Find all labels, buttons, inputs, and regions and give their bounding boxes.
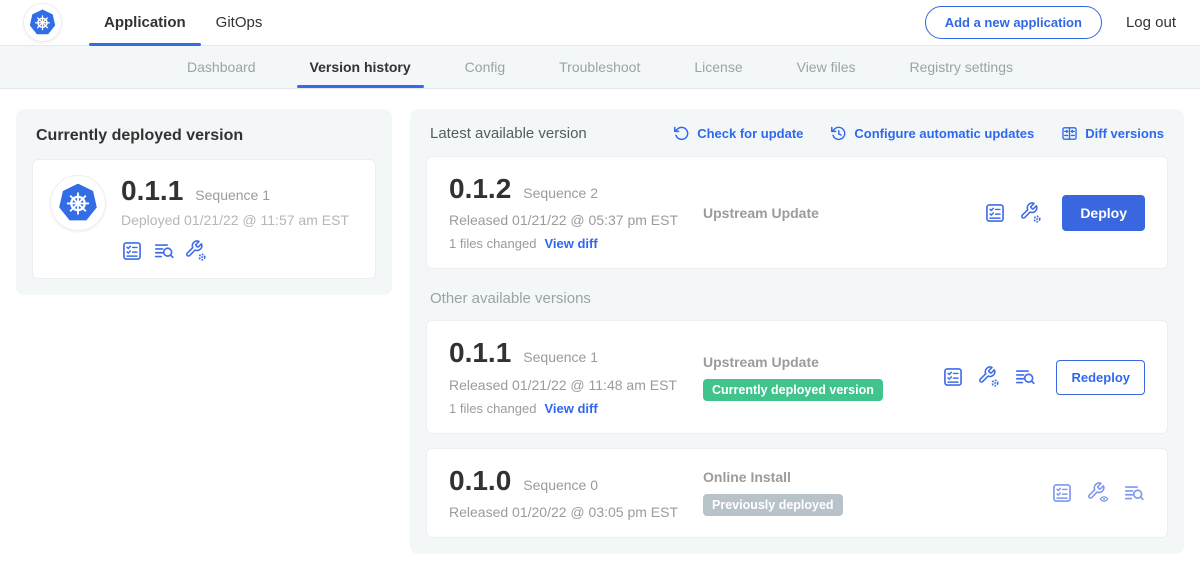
tab-license-label: License (694, 59, 742, 75)
tab-troubleshoot[interactable]: Troubleshoot (532, 46, 667, 88)
tab-config[interactable]: Config (438, 46, 532, 88)
tab-version-history-label: Version history (310, 59, 411, 75)
preflight-checklist-icon[interactable] (942, 366, 964, 388)
preflight-checklist-icon[interactable] (984, 202, 1006, 224)
currently-deployed-badge: Currently deployed version (703, 379, 883, 401)
tab-view-files-label: View files (797, 59, 856, 75)
tab-view-files[interactable]: View files (770, 46, 883, 88)
check-for-update-label: Check for update (697, 126, 803, 141)
tab-registry-settings-label: Registry settings (910, 59, 1013, 75)
currently-deployed-panel: Currently deployed version 0.1.1 Sequenc… (16, 109, 392, 295)
app-sub-nav: Dashboard Version history Config Trouble… (0, 46, 1200, 89)
version-info: 0.1.1 Sequence 1 Released 01/21/22 @ 11:… (449, 338, 701, 415)
view-logs-icon[interactable] (1014, 366, 1036, 388)
source-label: Online Install (703, 469, 1051, 485)
configure-automatic-updates-label: Configure automatic updates (854, 126, 1034, 141)
app-logo (51, 176, 105, 230)
tab-registry-settings[interactable]: Registry settings (883, 46, 1040, 88)
currently-deployed-title: Currently deployed version (36, 127, 374, 145)
version-sequence: Sequence 2 (523, 185, 598, 201)
version-history-panel: Latest available version Check for updat… (410, 109, 1184, 554)
tab-version-history[interactable]: Version history (283, 46, 438, 88)
app-logo-icon (55, 180, 101, 226)
kubernetes-logo-icon (27, 7, 58, 38)
files-changed-row: 1 files changed View diff (449, 236, 701, 251)
edit-config-icon[interactable] (978, 366, 1000, 388)
version-sequence: Sequence 0 (523, 477, 598, 493)
deployed-actions (121, 240, 349, 262)
view-config-icon[interactable] (1087, 482, 1109, 504)
released-timestamp: Released 01/21/22 @ 05:37 pm EST (449, 212, 701, 228)
tab-gitops-label: GitOps (216, 14, 263, 31)
version-number: 0.1.0 (449, 466, 511, 495)
tab-dashboard[interactable]: Dashboard (160, 46, 283, 88)
version-card-actions (1051, 482, 1145, 504)
tab-application[interactable]: Application (89, 0, 201, 45)
refresh-icon (673, 125, 690, 142)
version-source: Upstream Update Currently deployed versi… (701, 354, 942, 401)
tab-gitops[interactable]: GitOps (201, 0, 278, 45)
version-card-actions: Deploy (984, 195, 1145, 231)
deployed-sequence: Sequence 1 (195, 187, 270, 203)
files-changed-label: 1 files changed (449, 401, 536, 416)
version-card-011: 0.1.1 Sequence 1 Released 01/21/22 @ 11:… (426, 320, 1168, 433)
source-label: Upstream Update (703, 354, 942, 370)
version-number: 0.1.1 (449, 338, 511, 367)
released-timestamp: Released 01/20/22 @ 03:05 pm EST (449, 504, 701, 520)
latest-version-header: Latest available version Check for updat… (430, 125, 1164, 142)
view-diff-link[interactable]: View diff (544, 236, 597, 251)
view-logs-icon[interactable] (153, 240, 175, 262)
version-number: 0.1.2 (449, 174, 511, 203)
released-timestamp: Released 01/21/22 @ 11:48 am EST (449, 377, 701, 393)
latest-version-title: Latest available version (430, 125, 587, 142)
version-row: 0.1.1 Sequence 1 (449, 338, 701, 367)
tab-troubleshoot-label: Troubleshoot (559, 59, 640, 75)
currently-deployed-card: 0.1.1 Sequence 1 Deployed 01/21/22 @ 11:… (32, 159, 376, 279)
add-application-button[interactable]: Add a new application (925, 6, 1102, 39)
previously-deployed-badge: Previously deployed (703, 494, 843, 516)
edit-config-icon[interactable] (185, 240, 207, 262)
version-info: 0.1.0 Sequence 0 Released 01/20/22 @ 03:… (449, 466, 701, 520)
deployed-card-body: 0.1.1 Sequence 1 Deployed 01/21/22 @ 11:… (121, 176, 349, 262)
version-row: 0.1.0 Sequence 0 (449, 466, 701, 495)
top-nav-tabs: Application GitOps (89, 0, 277, 45)
check-for-update-link[interactable]: Check for update (673, 125, 803, 142)
preflight-checklist-icon[interactable] (121, 240, 143, 262)
deployed-timestamp: Deployed 01/21/22 @ 11:57 am EST (121, 212, 349, 228)
main-content: Currently deployed version 0.1.1 Sequenc… (0, 89, 1200, 564)
kubernetes-logo (24, 4, 61, 41)
preflight-checklist-icon[interactable] (1051, 482, 1073, 504)
tab-license[interactable]: License (667, 46, 769, 88)
redeploy-button[interactable]: Redeploy (1056, 360, 1145, 395)
version-sequence: Sequence 1 (523, 349, 598, 365)
diff-versions-label: Diff versions (1085, 126, 1164, 141)
view-logs-icon[interactable] (1123, 482, 1145, 504)
diff-icon (1061, 125, 1078, 142)
files-changed-row: 1 files changed View diff (449, 401, 701, 416)
tab-dashboard-label: Dashboard (187, 59, 256, 75)
view-diff-link[interactable]: View diff (544, 401, 597, 416)
top-nav: Application GitOps Add a new application… (0, 0, 1200, 46)
files-changed-label: 1 files changed (449, 236, 536, 251)
edit-config-icon[interactable] (1020, 202, 1042, 224)
version-source: Upstream Update (701, 205, 984, 221)
other-versions-header: Other available versions (430, 290, 1164, 307)
version-source: Online Install Previously deployed (701, 469, 1051, 516)
version-row: 0.1.2 Sequence 2 (449, 174, 701, 203)
deployed-version-row: 0.1.1 Sequence 1 (121, 176, 349, 205)
version-info: 0.1.2 Sequence 2 Released 01/21/22 @ 05:… (449, 174, 701, 251)
logout-button[interactable]: Log out (1126, 14, 1176, 31)
deploy-button[interactable]: Deploy (1062, 195, 1145, 231)
version-card-actions: Redeploy (942, 360, 1145, 395)
version-card-012: 0.1.2 Sequence 2 Released 01/21/22 @ 05:… (426, 156, 1168, 269)
version-actions: Check for update Configure automatic upd… (673, 125, 1164, 142)
configure-automatic-updates-link[interactable]: Configure automatic updates (830, 125, 1034, 142)
version-card-010: 0.1.0 Sequence 0 Released 01/20/22 @ 03:… (426, 448, 1168, 538)
diff-versions-link[interactable]: Diff versions (1061, 125, 1164, 142)
deployed-version-number: 0.1.1 (121, 176, 183, 205)
tab-application-label: Application (104, 14, 186, 31)
source-label: Upstream Update (703, 205, 984, 221)
tab-config-label: Config (465, 59, 505, 75)
auto-update-icon (830, 125, 847, 142)
